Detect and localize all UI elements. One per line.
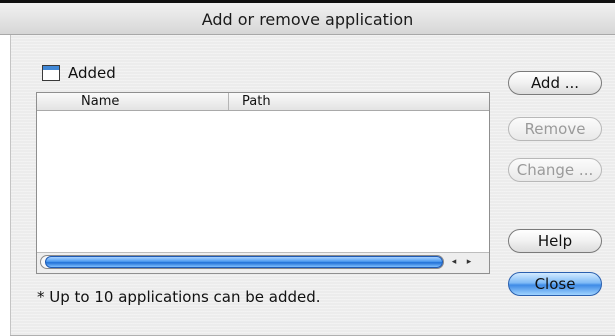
scroll-left-arrow-icon[interactable]: ◂ — [447, 256, 461, 269]
window-icon — [42, 65, 60, 81]
change-button[interactable]: Change ... — [508, 158, 602, 182]
help-button[interactable]: Help — [508, 229, 602, 253]
application-list[interactable]: Name Path ◂ ▸ — [36, 92, 490, 274]
remove-button[interactable]: Remove — [508, 117, 602, 141]
footnote-text: * Up to 10 applications can be added. — [37, 288, 321, 306]
window-title: Add or remove application — [201, 10, 414, 29]
scroll-right-arrow-icon[interactable]: ▸ — [462, 256, 476, 269]
list-header: Name Path — [37, 93, 489, 111]
scroll-thumb[interactable] — [45, 256, 443, 268]
add-button[interactable]: Add ... — [508, 71, 602, 95]
title-bar[interactable]: Add or remove application — [0, 3, 615, 35]
column-header-name[interactable]: Name — [37, 93, 229, 110]
list-body[interactable] — [37, 111, 489, 253]
horizontal-scrollbar[interactable]: ◂ ▸ — [37, 252, 489, 273]
column-header-path[interactable]: Path — [230, 93, 271, 110]
close-button[interactable]: Close — [508, 272, 602, 296]
section-label: Added — [68, 64, 116, 82]
